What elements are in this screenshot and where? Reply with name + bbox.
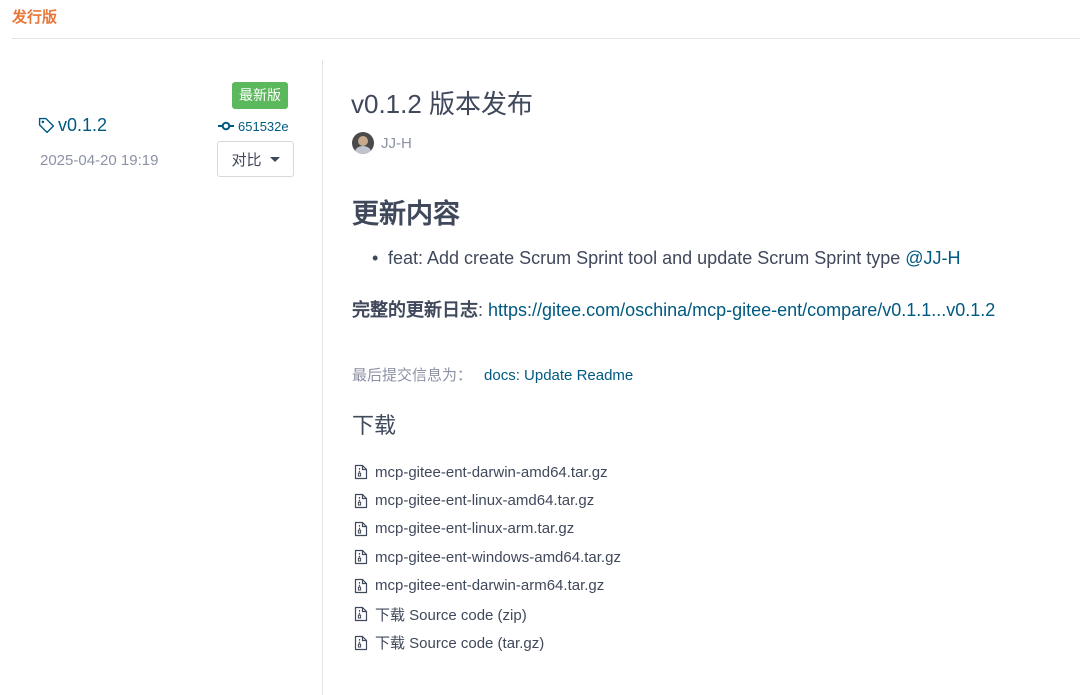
last-commit: 最后提交信息为： docs: Update Readme xyxy=(352,364,633,385)
download-file-name[interactable]: mcp-gitee-ent-windows-amd64.tar.gz xyxy=(375,549,621,566)
download-item[interactable]: mcp-gitee-ent-linux-arm.tar.gz xyxy=(354,515,621,543)
tag-icon xyxy=(38,117,55,134)
author-name[interactable]: JJ-H xyxy=(381,135,412,152)
file-zip-icon xyxy=(354,606,368,622)
latest-badge: 最新版 xyxy=(232,82,288,109)
file-zip-icon xyxy=(354,521,368,537)
release-author[interactable]: JJ-H xyxy=(352,132,412,154)
download-item[interactable]: mcp-gitee-ent-darwin-arm64.tar.gz xyxy=(354,572,621,600)
commit-icon xyxy=(218,119,234,134)
download-file-name[interactable]: mcp-gitee-ent-darwin-arm64.tar.gz xyxy=(375,577,604,594)
avatar[interactable] xyxy=(352,132,374,154)
tab-releases[interactable]: 发行版 xyxy=(12,6,57,27)
file-zip-icon xyxy=(354,635,368,651)
commit-link[interactable]: 651532e xyxy=(218,119,289,134)
commit-hash: 651532e xyxy=(238,119,289,134)
file-zip-icon xyxy=(354,493,368,509)
download-file-name[interactable]: 下载 Source code (tar.gz) xyxy=(375,632,544,653)
download-item[interactable]: mcp-gitee-ent-linux-amd64.tar.gz xyxy=(354,486,621,514)
download-file-name[interactable]: mcp-gitee-ent-linux-arm.tar.gz xyxy=(375,520,574,537)
last-commit-link[interactable]: docs: Update Readme xyxy=(484,367,633,384)
download-file-name[interactable]: 下载 Source code (zip) xyxy=(375,604,527,625)
last-commit-label: 最后提交信息为： xyxy=(352,367,473,384)
download-file-name[interactable]: mcp-gitee-ent-darwin-amd64.tar.gz xyxy=(375,464,608,481)
bullet: • xyxy=(372,248,379,268)
changelog-label: 完整的更新日志 xyxy=(352,300,478,320)
user-mention-link[interactable]: @JJ-H xyxy=(905,248,960,268)
download-item[interactable]: 下载 Source code (zip) xyxy=(354,600,621,628)
compare-label: 对比 xyxy=(231,151,262,169)
changelog-separator: : xyxy=(478,300,489,320)
caret-down-icon xyxy=(269,156,280,162)
download-item[interactable]: mcp-gitee-ent-darwin-amd64.tar.gz xyxy=(354,458,621,486)
download-file-name[interactable]: mcp-gitee-ent-linux-amd64.tar.gz xyxy=(375,492,594,509)
downloads-heading: 下载 xyxy=(352,413,397,438)
file-zip-icon xyxy=(354,549,368,565)
download-item[interactable]: mcp-gitee-ent-windows-amd64.tar.gz xyxy=(354,543,621,571)
release-tag-name: v0.1.2 xyxy=(58,115,108,135)
full-changelog: 完整的更新日志: https://gitee.com/oschina/mcp-g… xyxy=(352,296,995,322)
file-zip-icon xyxy=(354,578,368,594)
download-list: mcp-gitee-ent-darwin-amd64.tar.gz mcp-gi… xyxy=(354,458,621,657)
list-item: • feat: Add create Scrum Sprint tool and … xyxy=(372,248,961,269)
changelog-link[interactable]: https://gitee.com/oschina/mcp-gitee-ent/… xyxy=(488,300,995,320)
file-zip-icon xyxy=(354,464,368,480)
notes-heading: 更新内容 xyxy=(352,199,460,229)
release-title: v0.1.2 版本发布 xyxy=(351,89,534,119)
column-divider xyxy=(322,60,323,695)
header-divider xyxy=(12,38,1080,39)
download-item[interactable]: 下载 Source code (tar.gz) xyxy=(354,628,621,656)
change-text: feat: Add create Scrum Sprint tool and u… xyxy=(388,248,906,268)
release-date: 2025-04-20 19:19 xyxy=(40,152,159,169)
release-tag-link[interactable]: v0.1.2 xyxy=(38,115,107,136)
compare-button[interactable]: 对比 xyxy=(217,141,294,177)
